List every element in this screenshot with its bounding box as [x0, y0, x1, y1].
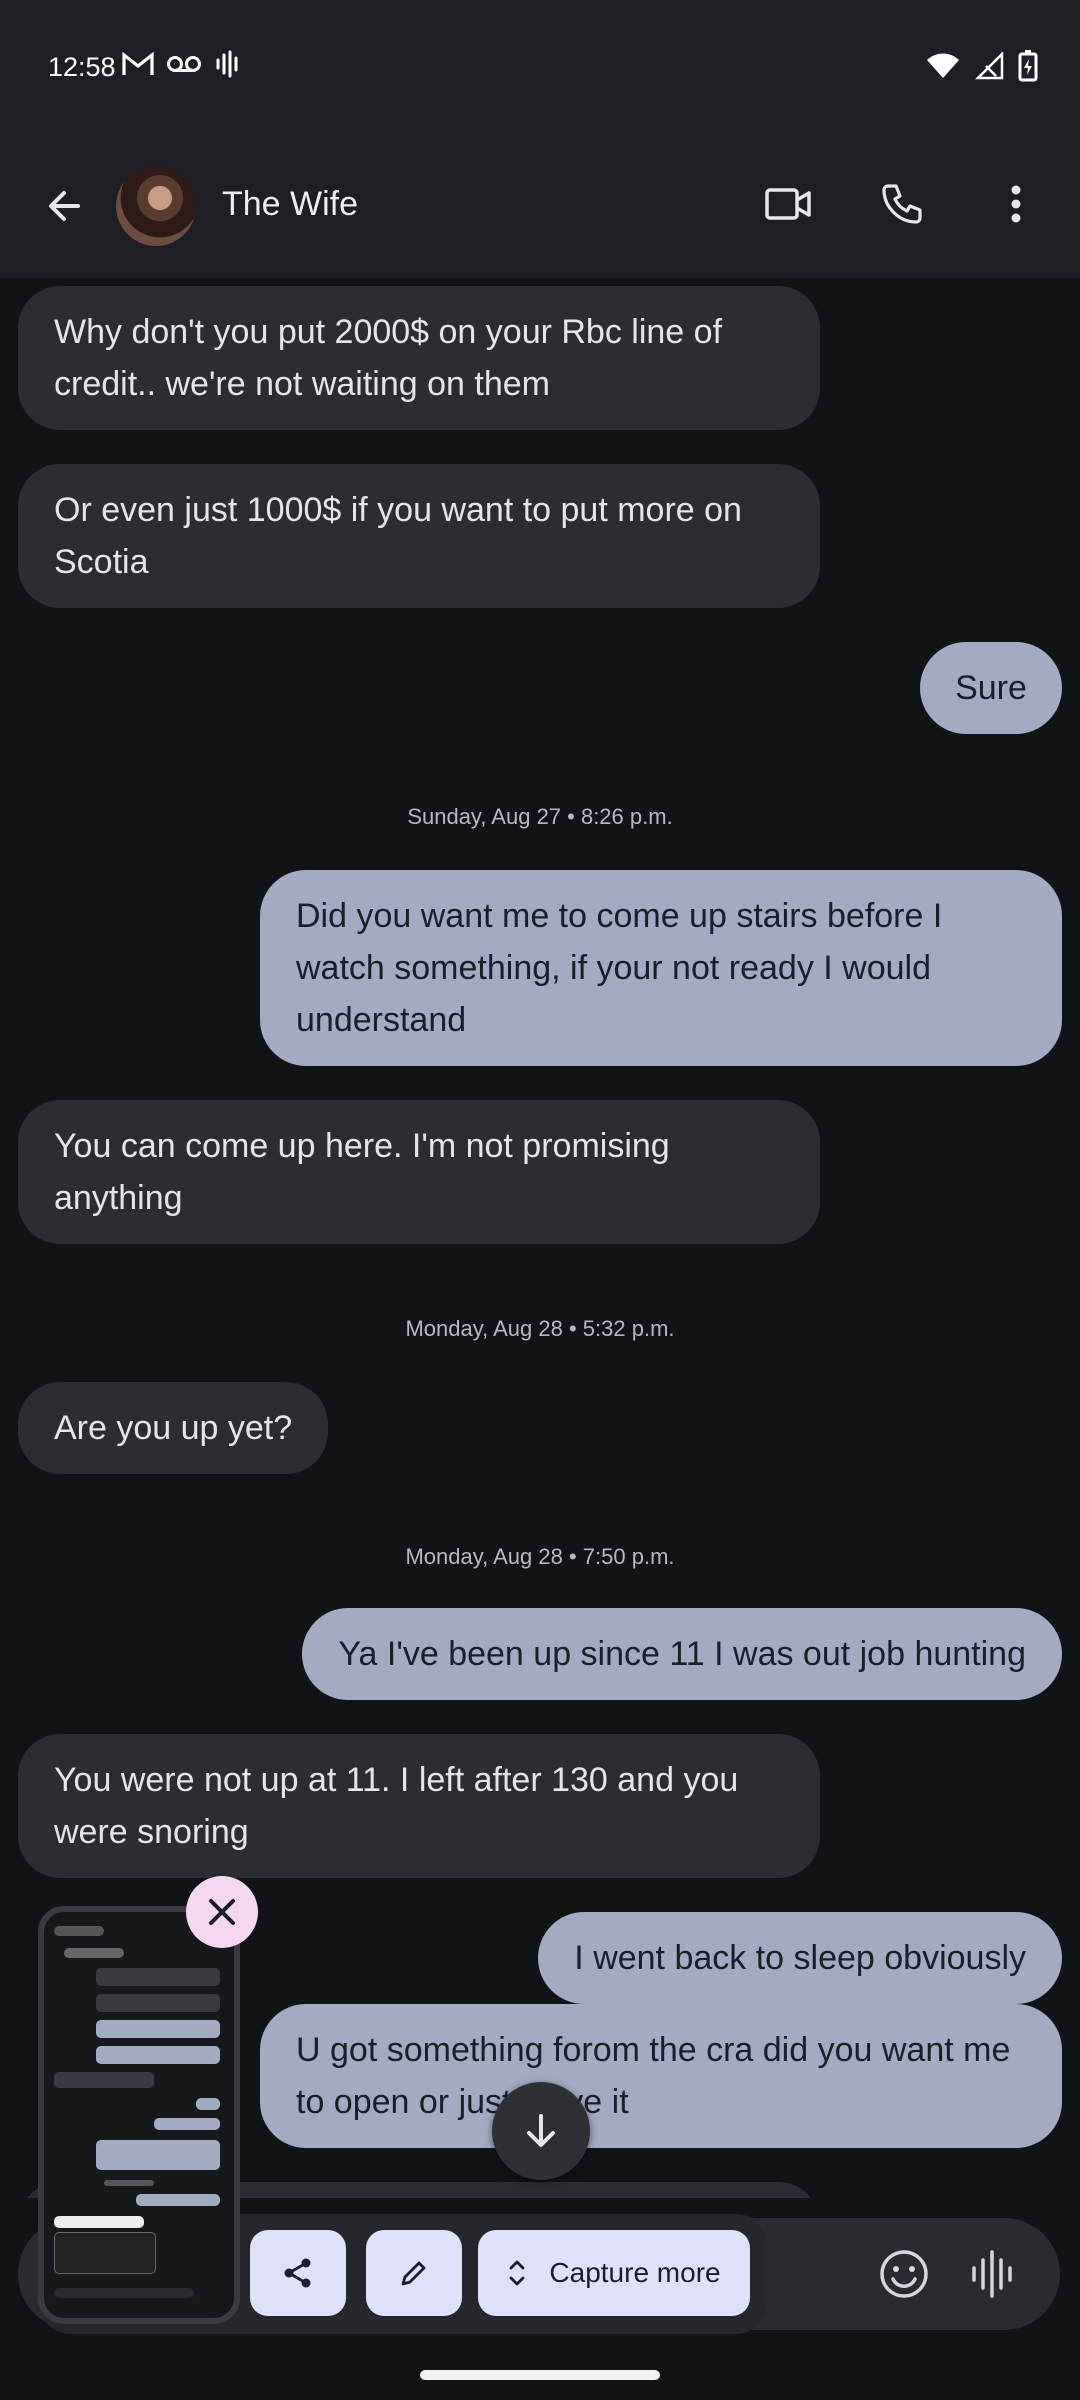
- capture-more-button[interactable]: Capture more: [478, 2230, 750, 2316]
- pencil-icon: [401, 2261, 426, 2286]
- wifi-icon: [926, 52, 960, 85]
- voice-wave-icon: [972, 2250, 1012, 2298]
- message-bubble-outgoing[interactable]: U got something forom the cra did you wa…: [260, 2004, 1062, 2148]
- message-text: Are you up yet?: [54, 1409, 293, 1447]
- message-text: You were not up at 11. I left after 130 …: [54, 1761, 739, 1851]
- arrow-back-icon: [49, 191, 80, 221]
- message-text: Ya I've been up since 11 I was out job h…: [338, 1635, 1026, 1673]
- status-notification-icons: [122, 50, 242, 83]
- message-bubble-outgoing[interactable]: Ya I've been up since 11 I was out job h…: [302, 1608, 1062, 1700]
- date-separator: Monday, Aug 28 • 7:50 p.m.: [405, 1544, 675, 1569]
- screenshot-thumbnail[interactable]: [38, 1906, 240, 2324]
- share-screenshot-button[interactable]: [250, 2230, 346, 2316]
- message-bubble-outgoing[interactable]: I went back to sleep obviously: [538, 1912, 1062, 2004]
- edit-screenshot-button[interactable]: [366, 2230, 462, 2316]
- message-bubble-incoming[interactable]: You were not up at 11. I left after 130 …: [18, 1734, 820, 1878]
- status-bar: 12:58: [0, 0, 1080, 140]
- phone-call-button[interactable]: [874, 176, 930, 232]
- message-bubble-incoming[interactable]: You can come up here. I'm not promising …: [18, 1100, 820, 1244]
- message-text: Did you want me to come up stairs before…: [296, 897, 943, 1039]
- battery-charging-icon: [1018, 50, 1038, 87]
- voicemail-icon: [166, 53, 202, 80]
- message-bubble-incoming[interactable]: Are you up yet?: [18, 1382, 329, 1474]
- conversation-app-bar: The Wife: [0, 140, 1080, 278]
- video-call-button[interactable]: [760, 176, 816, 232]
- date-separator: Sunday, Aug 27 • 8:26 p.m.: [407, 804, 673, 829]
- voice-message-button[interactable]: [964, 2246, 1020, 2307]
- message-text: Sure: [955, 669, 1027, 707]
- message-bubble-outgoing[interactable]: Sure: [920, 642, 1062, 734]
- contact-avatar[interactable]: [116, 166, 196, 246]
- status-system-icons: [926, 50, 1038, 87]
- status-time: 12:58: [48, 52, 116, 82]
- message-text: I went back to sleep obviously: [574, 1939, 1026, 1977]
- signal-icon: [974, 50, 1004, 85]
- sound-wave-icon: [214, 50, 242, 83]
- gesture-navigation-bar[interactable]: [420, 2370, 660, 2380]
- message-text: Why don't you put 2000$ on your Rbc line…: [54, 313, 723, 403]
- app-bar-actions: [760, 176, 1044, 232]
- phone-icon: [882, 184, 922, 224]
- expand-vertical-icon: [510, 2260, 525, 2286]
- message-bubble-outgoing[interactable]: Did you want me to come up stairs before…: [260, 870, 1062, 1066]
- close-icon: [209, 1899, 235, 1925]
- gmail-icon: [122, 51, 154, 82]
- emoji-icon: [880, 2250, 928, 2298]
- more-vert-icon: [1011, 185, 1021, 223]
- share-icon: [284, 2258, 311, 2288]
- more-options-button[interactable]: [988, 176, 1044, 232]
- back-button[interactable]: [36, 178, 92, 234]
- message-text: Or even just 1000$ if you want to put mo…: [54, 491, 742, 581]
- message-text: U got something forom the cra did you wa…: [296, 2031, 1011, 2121]
- scroll-to-bottom-button[interactable]: [492, 2082, 590, 2180]
- date-separator: Monday, Aug 28 • 5:32 p.m.: [405, 1316, 675, 1341]
- arrow-down-icon: [527, 2114, 555, 2147]
- message-bubble-incoming[interactable]: Why don't you put 2000$ on your Rbc line…: [18, 286, 820, 430]
- contact-name[interactable]: The Wife: [222, 185, 358, 224]
- capture-more-label: Capture more: [549, 2257, 721, 2288]
- message-text: You can come up here. I'm not promising …: [54, 1127, 670, 1217]
- dismiss-screenshot-button[interactable]: [186, 1876, 258, 1948]
- emoji-button[interactable]: [876, 2246, 932, 2307]
- message-bubble-incoming[interactable]: Or even just 1000$ if you want to put mo…: [18, 464, 820, 608]
- video-call-icon: [765, 188, 811, 220]
